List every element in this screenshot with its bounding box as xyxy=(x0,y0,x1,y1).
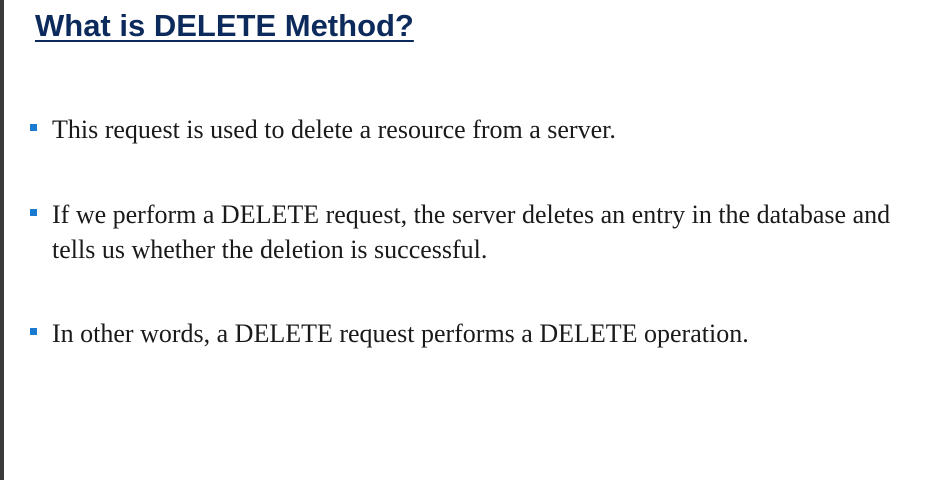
slide-left-border xyxy=(0,0,4,480)
bullet-text: If we perform a DELETE request, the serv… xyxy=(52,200,891,264)
bullet-text: This request is used to delete a resourc… xyxy=(52,115,616,144)
bullet-item: This request is used to delete a resourc… xyxy=(30,112,910,147)
square-bullet-icon xyxy=(30,209,37,216)
bullet-text: In other words, a DELETE request perform… xyxy=(52,319,749,348)
slide: What is DELETE Method? This request is u… xyxy=(0,0,930,480)
bullet-item: If we perform a DELETE request, the serv… xyxy=(30,197,910,267)
square-bullet-icon xyxy=(30,328,37,335)
slide-title: What is DELETE Method? xyxy=(35,8,414,43)
bullet-item: In other words, a DELETE request perform… xyxy=(30,316,910,351)
square-bullet-icon xyxy=(30,124,37,131)
